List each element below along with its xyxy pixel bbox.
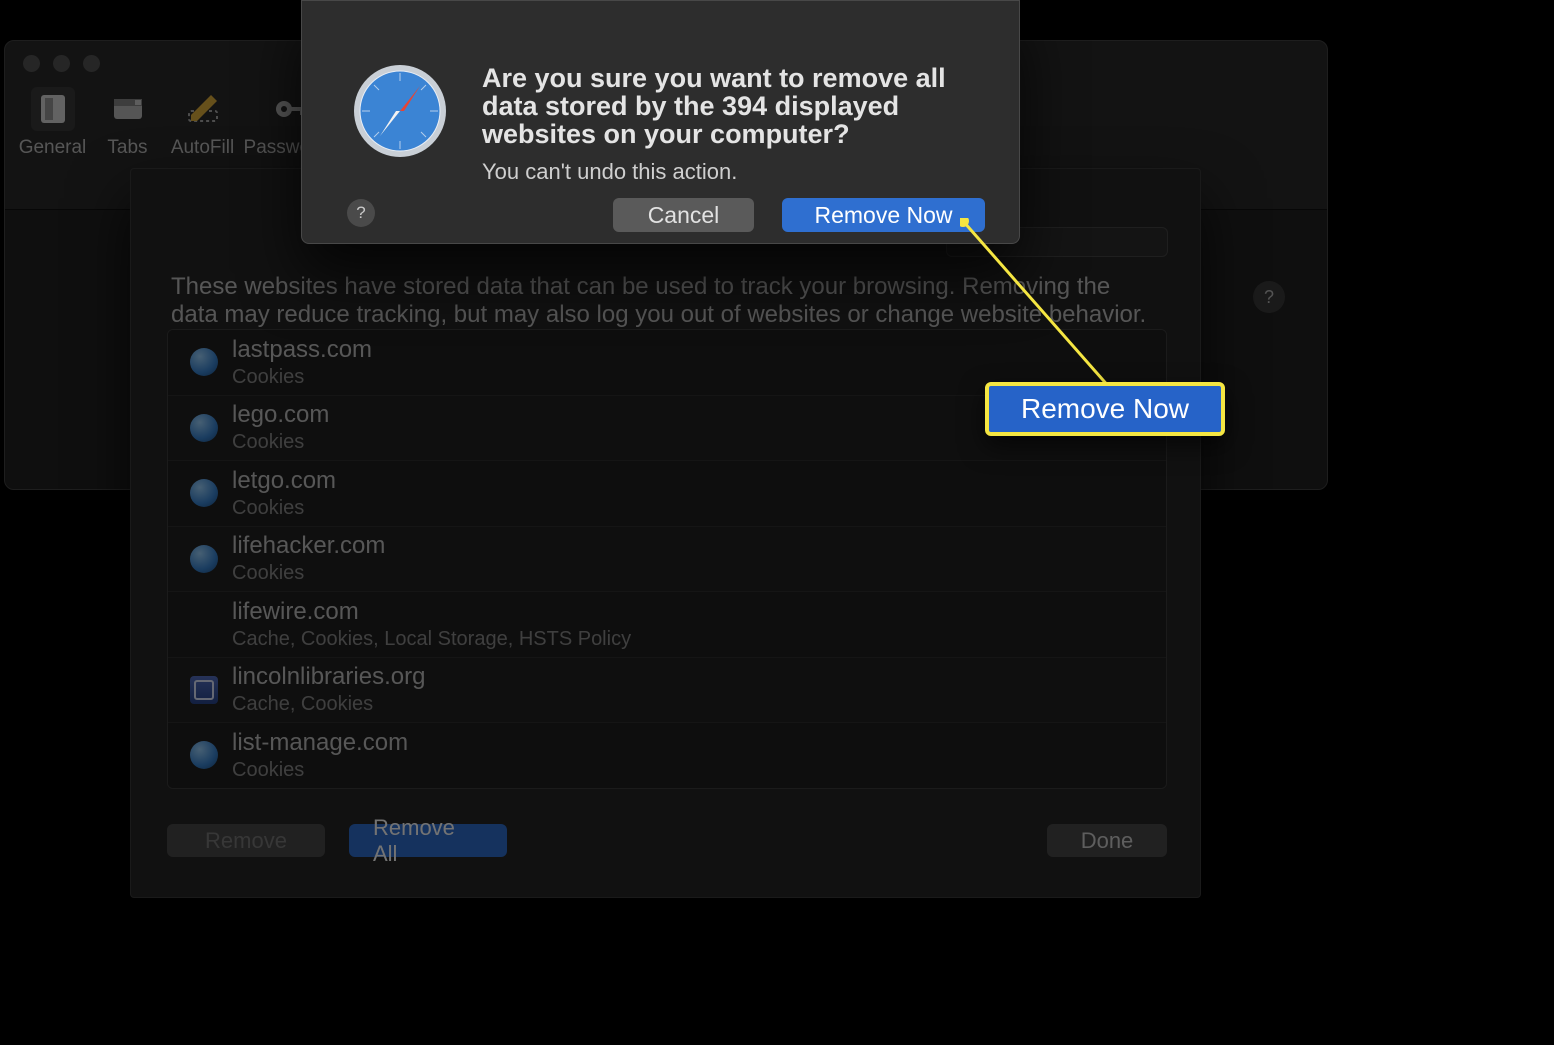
website-data-types: Cookies	[232, 562, 385, 585]
website-row[interactable]: lifehacker.comCookies	[168, 527, 1166, 593]
website-data-types: Cookies	[232, 497, 336, 520]
website-domain: lifewire.com	[232, 598, 631, 626]
globe-icon	[190, 479, 218, 507]
safari-icon	[350, 61, 450, 161]
remove-button[interactable]: Remove	[167, 824, 325, 857]
toolbar-label: Tabs	[107, 137, 147, 159]
callout-label: Remove Now	[985, 382, 1225, 436]
website-data-sheet: These websites have stored data that can…	[130, 168, 1201, 898]
toolbar-item-general[interactable]: General	[15, 84, 90, 210]
globe-icon	[190, 741, 218, 769]
website-data-types: Cache, Cookies, Local Storage, HSTS Poli…	[232, 628, 631, 651]
toolbar-label: AutoFill	[171, 137, 234, 159]
sheet-button-bar: Remove Remove All Done	[167, 824, 1167, 857]
website-row[interactable]: list-manage.comCookies	[168, 723, 1166, 789]
minimize-window-icon[interactable]	[53, 55, 70, 72]
dialog-subtitle: You can't undo this action.	[482, 159, 737, 185]
website-domain: lincolnlibraries.org	[232, 663, 425, 691]
dialog-help-button[interactable]: ?	[347, 199, 375, 227]
cancel-button[interactable]: Cancel	[613, 198, 754, 232]
no-icon	[190, 610, 218, 638]
globe-icon	[190, 348, 218, 376]
website-data-types: Cache, Cookies	[232, 693, 425, 716]
zoom-window-icon[interactable]	[83, 55, 100, 72]
website-domain: lifehacker.com	[232, 532, 385, 560]
website-row[interactable]: lifewire.comCache, Cookies, Local Storag…	[168, 592, 1166, 658]
dialog-title: Are you sure you want to remove all data…	[482, 64, 989, 148]
dialog-button-bar: Cancel Remove Now	[613, 198, 985, 232]
remove-now-button[interactable]: Remove Now	[782, 198, 985, 232]
tabs-icon	[106, 87, 150, 131]
close-window-icon[interactable]	[23, 55, 40, 72]
toolbar-label: General	[19, 137, 87, 159]
remove-all-button[interactable]: Remove All	[349, 824, 507, 857]
window-controls	[23, 55, 100, 72]
sheet-description: These websites have stored data that can…	[171, 273, 1160, 329]
website-domain: lastpass.com	[232, 336, 372, 364]
done-button[interactable]: Done	[1047, 824, 1167, 857]
website-data-types: Cookies	[232, 431, 329, 454]
help-button[interactable]: ?	[1253, 281, 1285, 313]
website-data-types: Cookies	[232, 759, 408, 782]
globe-icon	[190, 545, 218, 573]
favicon-icon	[190, 676, 218, 704]
website-row[interactable]: letgo.comCookies	[168, 461, 1166, 527]
globe-icon	[190, 414, 218, 442]
website-domain: lego.com	[232, 401, 329, 429]
confirm-remove-dialog: Are you sure you want to remove all data…	[301, 0, 1020, 244]
autofill-icon	[181, 87, 225, 131]
website-data-types: Cookies	[232, 366, 372, 389]
website-domain: list-manage.com	[232, 729, 408, 757]
website-domain: letgo.com	[232, 467, 336, 495]
general-icon	[31, 87, 75, 131]
website-row[interactable]: lincolnlibraries.orgCache, Cookies	[168, 658, 1166, 724]
